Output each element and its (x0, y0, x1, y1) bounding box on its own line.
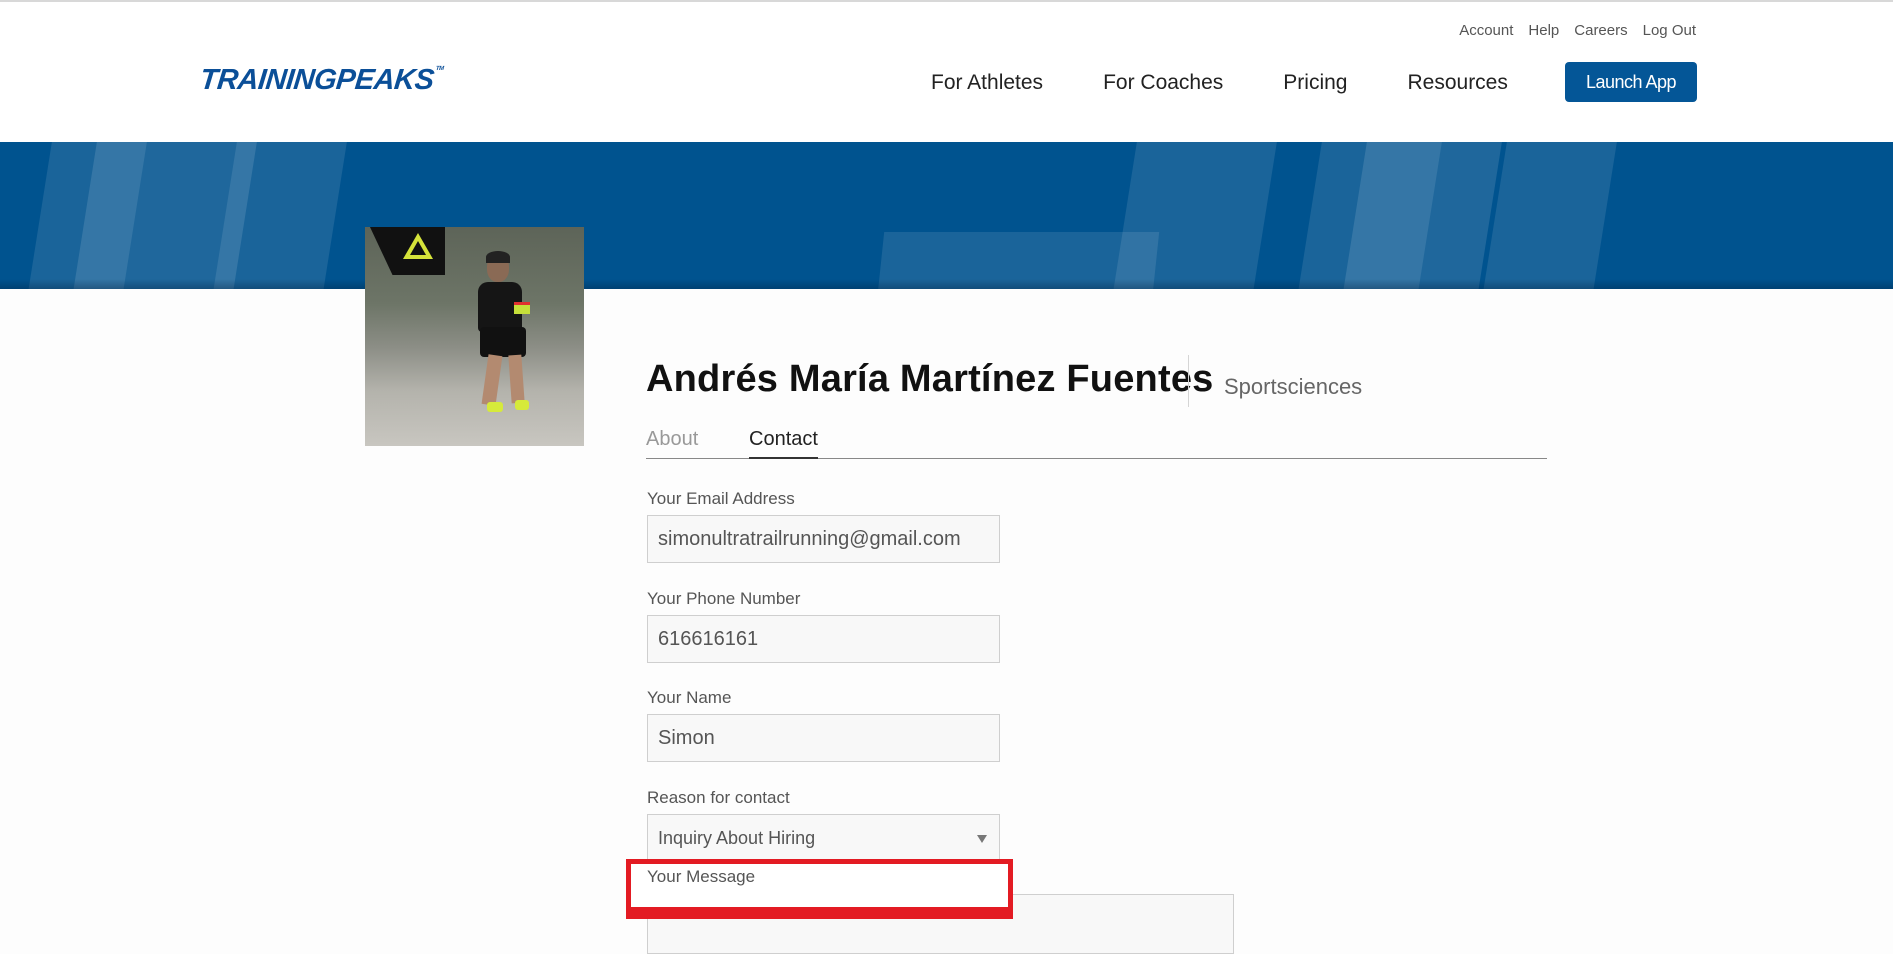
logo-text: TRAININGPEAKS (198, 64, 436, 96)
nav-resources[interactable]: Resources (1407, 71, 1507, 95)
main-nav: For Athletes For Coaches Pricing Resourc… (931, 71, 1508, 95)
message-label: Your Message (647, 867, 756, 886)
company-name: Sportsciences (1224, 374, 1363, 399)
banner-stripe (1341, 142, 1504, 289)
reason-selected-value: Inquiry About Hiring (658, 828, 816, 848)
account-link[interactable]: Account (1459, 22, 1513, 39)
runner-armband (514, 302, 530, 314)
tab-contact[interactable]: Contact (749, 428, 818, 459)
coach-name: Andrés María Martínez Fuentes (646, 358, 1214, 400)
runner-hair (486, 251, 510, 263)
email-label: Your Email Address (647, 489, 795, 508)
utility-nav: Account Help Careers Log Out (1459, 22, 1696, 39)
banner-stripe (1481, 142, 1619, 289)
phone-field[interactable] (647, 615, 1000, 663)
nav-pricing[interactable]: Pricing (1283, 71, 1347, 95)
coach-photo (365, 227, 584, 446)
trainingpeaks-logo[interactable]: TRAININGPEAKSTM (198, 64, 444, 97)
name-field[interactable] (647, 714, 1000, 762)
runner-shoe (487, 402, 503, 412)
runner-leg (481, 354, 503, 406)
logo-trademark: TM (435, 66, 444, 72)
chevron-down-icon (977, 835, 987, 843)
runner-leg (508, 354, 525, 404)
phone-label: Your Phone Number (647, 589, 801, 608)
nav-for-coaches[interactable]: For Coaches (1103, 71, 1223, 95)
careers-link[interactable]: Careers (1574, 22, 1627, 39)
email-field[interactable] (647, 515, 1000, 563)
reason-select[interactable]: Inquiry About Hiring (647, 814, 1000, 862)
site-header: TRAININGPEAKSTM Account Help Careers Log… (0, 2, 1893, 142)
message-textarea[interactable] (647, 894, 1234, 954)
profile-tabs: About Contact (646, 428, 1547, 459)
reason-label: Reason for contact (647, 788, 790, 807)
help-link[interactable]: Help (1528, 22, 1559, 39)
launch-app-button[interactable]: Launch App (1565, 62, 1697, 102)
nav-for-athletes[interactable]: For Athletes (931, 71, 1043, 95)
log-out-link[interactable]: Log Out (1643, 22, 1696, 39)
banner-stripe (1111, 142, 1279, 289)
name-label: Your Name (647, 688, 732, 707)
banner-shade (0, 279, 1893, 289)
runner-shoe (515, 400, 529, 410)
header-divider (1188, 355, 1189, 407)
sportsciences-logo-icon (403, 233, 433, 259)
profile-banner (0, 142, 1893, 289)
tab-about[interactable]: About (646, 428, 698, 457)
runner-shorts (480, 327, 526, 357)
